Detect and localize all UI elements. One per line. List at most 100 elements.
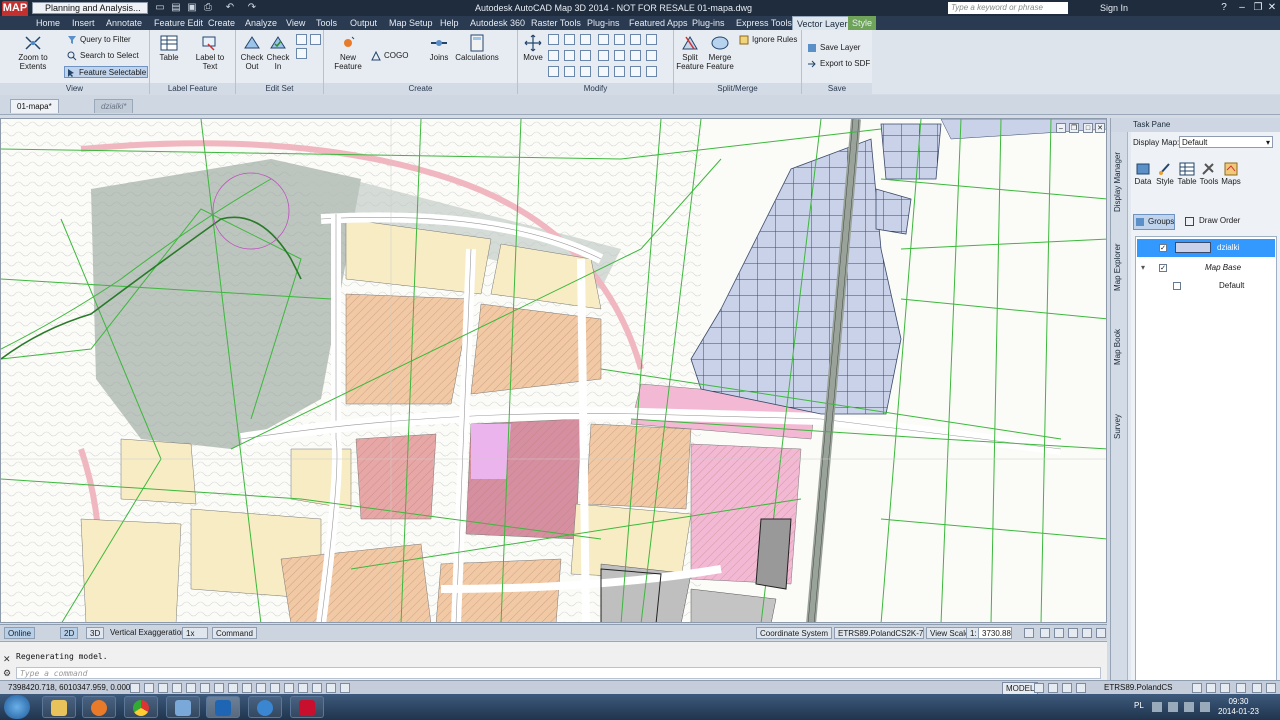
vtab-map-explorer[interactable]: Map Explorer bbox=[1113, 232, 1126, 302]
taskbar-shp[interactable] bbox=[290, 696, 324, 718]
tpy-icon[interactable] bbox=[270, 683, 280, 693]
ignore-rules-button[interactable]: Ignore Rules bbox=[738, 34, 797, 46]
layout-icon-3[interactable] bbox=[1062, 683, 1072, 693]
tab-express-tools[interactable]: Express Tools bbox=[732, 16, 796, 30]
sc-icon[interactable] bbox=[298, 683, 308, 693]
tab-autodesk-360[interactable]: Autodesk 360 bbox=[466, 16, 529, 30]
status-coordinate-system[interactable]: ETRS89.PolandCS bbox=[1104, 682, 1172, 694]
export-to-sdf-button[interactable]: Export to SDF bbox=[806, 58, 870, 70]
feature-selectable-button[interactable]: Feature Selectable bbox=[64, 66, 148, 78]
doc-tab-dzialki[interactable]: dzialki* bbox=[94, 99, 134, 113]
split-feature-button[interactable]: Split Feature bbox=[674, 34, 706, 71]
cogo-button[interactable]: COGO bbox=[370, 50, 408, 62]
layer-checkbox-default[interactable] bbox=[1173, 282, 1181, 290]
break-icon[interactable] bbox=[630, 50, 641, 61]
table-tp-button[interactable]: Table bbox=[1177, 162, 1197, 186]
command-input[interactable]: Type a command bbox=[16, 667, 1101, 679]
command-button[interactable]: Command bbox=[212, 627, 257, 639]
workspace-dropdown[interactable]: Planning and Analysis... bbox=[32, 2, 148, 14]
tab-plug-ins-2[interactable]: Plug-ins bbox=[688, 16, 729, 30]
vertex-delete-icon[interactable] bbox=[630, 34, 641, 45]
taskbar-autocad[interactable] bbox=[206, 696, 240, 718]
layout-icon-1[interactable] bbox=[1034, 683, 1044, 693]
otrack-icon[interactable] bbox=[214, 683, 224, 693]
view-3d-button[interactable]: 3D bbox=[86, 627, 105, 639]
layer-checkbox-dzialki[interactable]: ✓ bbox=[1159, 244, 1167, 252]
polar-icon[interactable] bbox=[172, 683, 182, 693]
zoom-to-extents-button[interactable]: Zoom to Extents bbox=[4, 34, 62, 71]
edit-set-small-icon-3[interactable] bbox=[296, 48, 307, 59]
status-icon-a[interactable] bbox=[1040, 628, 1050, 638]
status-icon-b[interactable] bbox=[1054, 628, 1064, 638]
expand-arrow-icon[interactable]: ▾ bbox=[1141, 259, 1145, 277]
status-tray-icon-4[interactable] bbox=[1236, 683, 1246, 693]
calculations-button[interactable]: Calculations bbox=[454, 34, 500, 62]
status-tray-icon-5[interactable] bbox=[1252, 683, 1262, 693]
tab-analyze[interactable]: Analyze bbox=[241, 16, 281, 30]
edit-shape-icon[interactable] bbox=[646, 34, 657, 45]
minimize-icon[interactable]: – bbox=[1234, 1, 1250, 15]
extend-icon[interactable] bbox=[598, 50, 609, 61]
undo-icon[interactable]: ↶ bbox=[224, 2, 236, 14]
layer-row-map-base[interactable]: ▾ ✓ Map Base bbox=[1137, 259, 1275, 277]
taskbar-app-blue[interactable] bbox=[248, 696, 282, 718]
map-restore-icon[interactable]: ❐ bbox=[1069, 123, 1079, 133]
tab-tools[interactable]: Tools bbox=[312, 16, 341, 30]
layer-row-dzialki[interactable]: ✓ dzialki bbox=[1137, 239, 1275, 257]
array-icon[interactable] bbox=[598, 66, 609, 77]
align-icon[interactable] bbox=[614, 66, 625, 77]
layout-icon-4[interactable] bbox=[1076, 683, 1086, 693]
lwt-icon[interactable] bbox=[256, 683, 266, 693]
stretch-icon[interactable] bbox=[614, 50, 625, 61]
tray-network-icon[interactable] bbox=[1152, 702, 1162, 712]
join-icon[interactable] bbox=[564, 66, 575, 77]
new-feature-button[interactable]: New Feature bbox=[330, 34, 366, 71]
tab-featured-apps[interactable]: Featured Apps bbox=[625, 16, 692, 30]
tab-feature-edit[interactable]: Feature Edit bbox=[150, 16, 207, 30]
map-minimize-icon[interactable]: – bbox=[1056, 123, 1066, 133]
check-out-button[interactable]: Check Out bbox=[238, 34, 266, 71]
tab-view[interactable]: View bbox=[282, 16, 309, 30]
tab-output[interactable]: Output bbox=[346, 16, 381, 30]
view-scale-input[interactable]: 3730.88 bbox=[978, 627, 1012, 639]
map-maximize-icon[interactable]: □ bbox=[1083, 123, 1093, 133]
status-menu-icon[interactable] bbox=[1096, 628, 1106, 638]
tab-map-setup[interactable]: Map Setup bbox=[385, 16, 437, 30]
tab-annotate[interactable]: Annotate bbox=[102, 16, 146, 30]
style-button[interactable]: Style bbox=[1155, 162, 1175, 186]
erase-icon[interactable] bbox=[646, 66, 657, 77]
mirror-icon[interactable] bbox=[580, 34, 591, 45]
online-toggle[interactable]: Online bbox=[4, 627, 36, 639]
close-icon[interactable]: ✕ bbox=[1264, 1, 1280, 15]
taskbar-explorer[interactable] bbox=[42, 696, 76, 718]
vtab-survey[interactable]: Survey bbox=[1113, 402, 1126, 452]
vertical-exaggeration-select[interactable]: 1x bbox=[182, 627, 208, 639]
chamfer-icon[interactable] bbox=[646, 50, 657, 61]
data-button[interactable]: Data bbox=[1133, 162, 1153, 186]
copy-icon[interactable] bbox=[548, 50, 559, 61]
system-clock[interactable]: 09:30 2014-01-23 bbox=[1218, 697, 1259, 717]
rotate-icon[interactable] bbox=[548, 34, 559, 45]
draw-order-button[interactable]: Draw Order bbox=[1183, 214, 1240, 230]
redo-icon[interactable]: ↷ bbox=[246, 2, 258, 14]
snap-icon[interactable] bbox=[130, 683, 140, 693]
status-tray-icon-2[interactable] bbox=[1206, 683, 1216, 693]
status-tray-icon-1[interactable] bbox=[1192, 683, 1202, 693]
coordinate-system-button[interactable]: Coordinate System bbox=[756, 627, 833, 639]
display-map-select[interactable]: Default ▾ bbox=[1179, 136, 1273, 148]
fillet-icon[interactable] bbox=[580, 66, 591, 77]
explode-icon[interactable] bbox=[548, 66, 559, 77]
layer-checkbox-map-base[interactable]: ✓ bbox=[1159, 264, 1167, 272]
ortho-icon[interactable] bbox=[158, 683, 168, 693]
ws-icon[interactable] bbox=[340, 683, 350, 693]
edit-set-small-icon-2[interactable] bbox=[310, 34, 321, 45]
dyn-icon[interactable] bbox=[242, 683, 252, 693]
ducs-icon[interactable] bbox=[228, 683, 238, 693]
tab-help[interactable]: Help bbox=[436, 16, 463, 30]
move-button[interactable]: Move bbox=[520, 34, 546, 62]
status-icon-c[interactable] bbox=[1068, 628, 1078, 638]
status-lock-icon[interactable] bbox=[1024, 628, 1034, 638]
grid-icon[interactable] bbox=[144, 683, 154, 693]
tab-raster-tools[interactable]: Raster Tools bbox=[527, 16, 585, 30]
print-icon[interactable]: ⎙ bbox=[202, 2, 214, 14]
